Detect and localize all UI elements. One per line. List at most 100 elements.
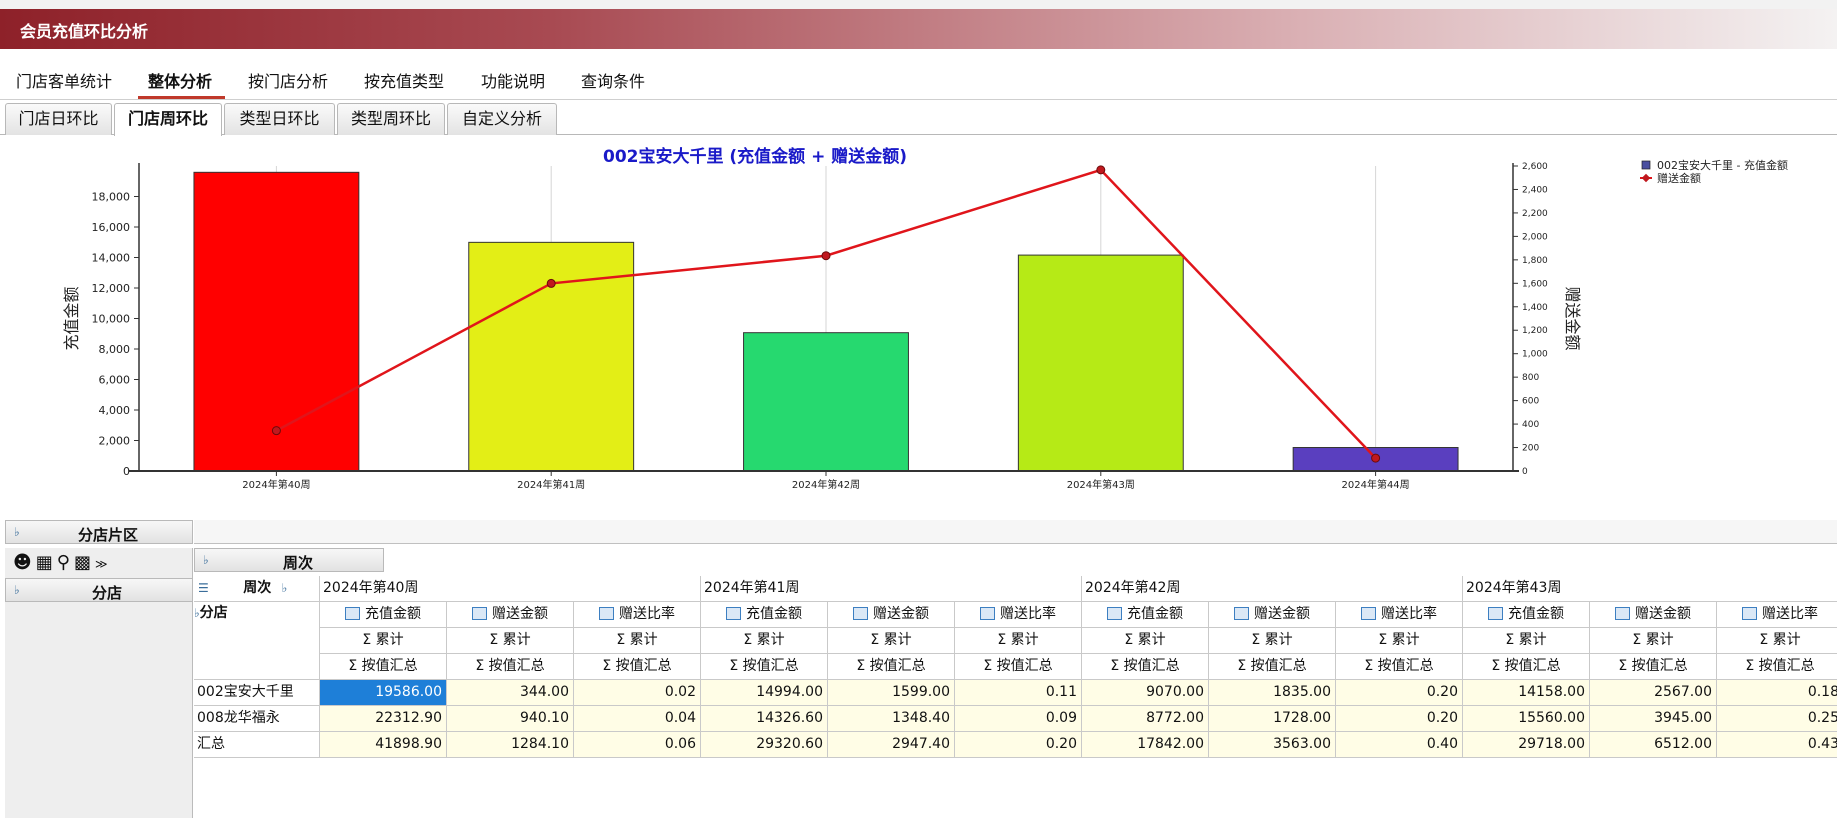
agg-cumulative: Σ 累计 bbox=[574, 628, 701, 654]
chart-title: 002宝安大千里 (充值金额 + 赠送金额) bbox=[603, 146, 907, 167]
data-cell[interactable]: 0.40 bbox=[1336, 732, 1463, 758]
tab-custom[interactable]: 自定义分析 bbox=[447, 103, 557, 135]
y-tick-label: 4,000 bbox=[99, 404, 131, 417]
menu-item-overall[interactable]: 整体分析 bbox=[148, 68, 212, 92]
measure-header[interactable]: 赠送金额 bbox=[828, 602, 955, 628]
zoom-icon[interactable]: ⚲ bbox=[57, 552, 74, 573]
tab-type-daily[interactable]: 类型日环比 bbox=[224, 103, 335, 135]
data-cell[interactable]: 1348.40 bbox=[828, 706, 955, 732]
menu-item-query[interactable]: 查询条件 bbox=[581, 68, 645, 92]
data-cell[interactable]: 1284.10 bbox=[447, 732, 574, 758]
data-cell[interactable]: 0.20 bbox=[1336, 706, 1463, 732]
line-point bbox=[271, 426, 281, 436]
chart-icon[interactable]: ▩ bbox=[74, 552, 95, 573]
data-cell[interactable]: 9070.00 bbox=[1082, 680, 1209, 706]
field-icon bbox=[1361, 607, 1376, 620]
measure-header[interactable]: 充值金额 bbox=[1463, 602, 1590, 628]
agg-cumulative: Σ 累计 bbox=[1082, 628, 1209, 654]
data-cell[interactable]: 0.43 bbox=[1717, 732, 1837, 758]
column-header-field[interactable]: ☰ 周次 ♭ bbox=[194, 576, 320, 602]
top-strip bbox=[0, 0, 1837, 9]
field-icon bbox=[1234, 607, 1249, 620]
measure-header[interactable]: 赠送比率 bbox=[1336, 602, 1463, 628]
data-cell[interactable]: 6512.00 bbox=[1590, 732, 1717, 758]
data-cell[interactable]: 0.11 bbox=[955, 680, 1082, 706]
data-cell[interactable]: 2567.00 bbox=[1590, 680, 1717, 706]
data-cell[interactable]: 19586.00 bbox=[320, 680, 447, 706]
tab-store-daily[interactable]: 门店日环比 bbox=[5, 103, 112, 135]
data-cell[interactable]: 22312.90 bbox=[320, 706, 447, 732]
measure-label: 充值金额 bbox=[1127, 606, 1183, 622]
menu-item-store-ticket[interactable]: 门店客单统计 bbox=[16, 68, 112, 92]
tab-bar: 门店日环比 门店周环比 类型日环比 类型周环比 自定义分析 bbox=[0, 101, 1837, 136]
y-tick-label: 16,000 bbox=[92, 221, 131, 234]
data-cell[interactable]: 8772.00 bbox=[1082, 706, 1209, 732]
store-field-label: 分店 bbox=[199, 605, 228, 621]
column-field-header[interactable]: ♭ 周次 bbox=[194, 548, 384, 572]
data-cell[interactable]: 29718.00 bbox=[1463, 732, 1590, 758]
row-field-header[interactable]: ♭ 分店 bbox=[5, 578, 193, 602]
chevron-down-icon[interactable]: ≫ bbox=[95, 557, 112, 571]
data-cell[interactable]: 0.20 bbox=[955, 732, 1082, 758]
y-tick-label: 14,000 bbox=[92, 252, 131, 265]
measure-header[interactable]: 充值金额 bbox=[320, 602, 447, 628]
data-cell[interactable]: 344.00 bbox=[447, 680, 574, 706]
menu-item-by-type[interactable]: 按充值类型 bbox=[364, 68, 444, 92]
data-cell[interactable]: 0.06 bbox=[574, 732, 701, 758]
data-cell[interactable]: 0.25 bbox=[1717, 706, 1837, 732]
agg-sum: Σ 按值汇总 bbox=[955, 654, 1082, 680]
measure-header[interactable]: 赠送金额 bbox=[1590, 602, 1717, 628]
week-header[interactable]: 2024年第42周 bbox=[1082, 576, 1463, 602]
measure-header[interactable]: 赠送比率 bbox=[574, 602, 701, 628]
data-cell[interactable]: 17842.00 bbox=[1082, 732, 1209, 758]
user-icon[interactable]: ☻ bbox=[13, 552, 36, 573]
title-bar: 会员充值环比分析 bbox=[0, 9, 1837, 49]
data-cell[interactable]: 0.09 bbox=[955, 706, 1082, 732]
row-label[interactable]: 008龙华福永 bbox=[194, 706, 320, 732]
row-label[interactable]: 汇总 bbox=[194, 732, 320, 758]
week-header[interactable]: 2024年第41周 bbox=[701, 576, 1082, 602]
menu-item-help[interactable]: 功能说明 bbox=[481, 68, 545, 92]
active-menu-underline bbox=[138, 96, 225, 99]
measure-header[interactable]: 赠送金额 bbox=[1209, 602, 1336, 628]
data-cell[interactable]: 3945.00 bbox=[1590, 706, 1717, 732]
measure-header[interactable]: 充值金额 bbox=[701, 602, 828, 628]
measure-header[interactable]: 赠送金额 bbox=[447, 602, 574, 628]
week-header[interactable]: 2024年第40周 bbox=[320, 576, 701, 602]
measure-label: 赠送金额 bbox=[1254, 606, 1310, 622]
row-header-field[interactable]: ♭分店 bbox=[194, 602, 320, 680]
bar bbox=[743, 332, 909, 472]
row-label[interactable]: 002宝安大千里 bbox=[194, 680, 320, 706]
data-cell[interactable]: 3563.00 bbox=[1209, 732, 1336, 758]
table-icon[interactable]: ▦ bbox=[36, 552, 57, 573]
data-cell[interactable]: 0.04 bbox=[574, 706, 701, 732]
data-cell[interactable]: 940.10 bbox=[447, 706, 574, 732]
data-cell[interactable]: 1599.00 bbox=[828, 680, 955, 706]
measure-label: 赠送金额 bbox=[873, 606, 929, 622]
data-cell[interactable]: 0.02 bbox=[574, 680, 701, 706]
data-cell[interactable]: 2947.40 bbox=[828, 732, 955, 758]
tab-type-weekly[interactable]: 类型周环比 bbox=[337, 103, 445, 135]
menu-item-by-store[interactable]: 按门店分析 bbox=[248, 68, 328, 92]
data-cell[interactable]: 1728.00 bbox=[1209, 706, 1336, 732]
data-cell[interactable]: 1835.00 bbox=[1209, 680, 1336, 706]
data-cell[interactable]: 14158.00 bbox=[1463, 680, 1590, 706]
data-cell[interactable]: 14326.60 bbox=[701, 706, 828, 732]
week-header[interactable]: 2024年第43周 bbox=[1463, 576, 1837, 602]
data-cell[interactable]: 0.18 bbox=[1717, 680, 1837, 706]
y2-tick-label: 600 bbox=[1522, 397, 1539, 407]
data-cell[interactable]: 41898.90 bbox=[320, 732, 447, 758]
tab-store-weekly[interactable]: 门店周环比 bbox=[114, 103, 222, 136]
y2-tick-label: 0 bbox=[1522, 467, 1528, 477]
data-cell[interactable]: 29320.60 bbox=[701, 732, 828, 758]
region-field-header[interactable]: ♭ 分店片区 bbox=[5, 520, 193, 544]
measure-label: 赠送比率 bbox=[1762, 606, 1818, 622]
x-tick-label: 2024年第41周 bbox=[517, 478, 585, 491]
data-cell[interactable]: 0.20 bbox=[1336, 680, 1463, 706]
data-cell[interactable]: 15560.00 bbox=[1463, 706, 1590, 732]
measure-header[interactable]: 充值金额 bbox=[1082, 602, 1209, 628]
hierarchy-icon: ♭ bbox=[281, 581, 288, 595]
measure-header[interactable]: 赠送比率 bbox=[955, 602, 1082, 628]
measure-header[interactable]: 赠送比率 bbox=[1717, 602, 1837, 628]
data-cell[interactable]: 14994.00 bbox=[701, 680, 828, 706]
